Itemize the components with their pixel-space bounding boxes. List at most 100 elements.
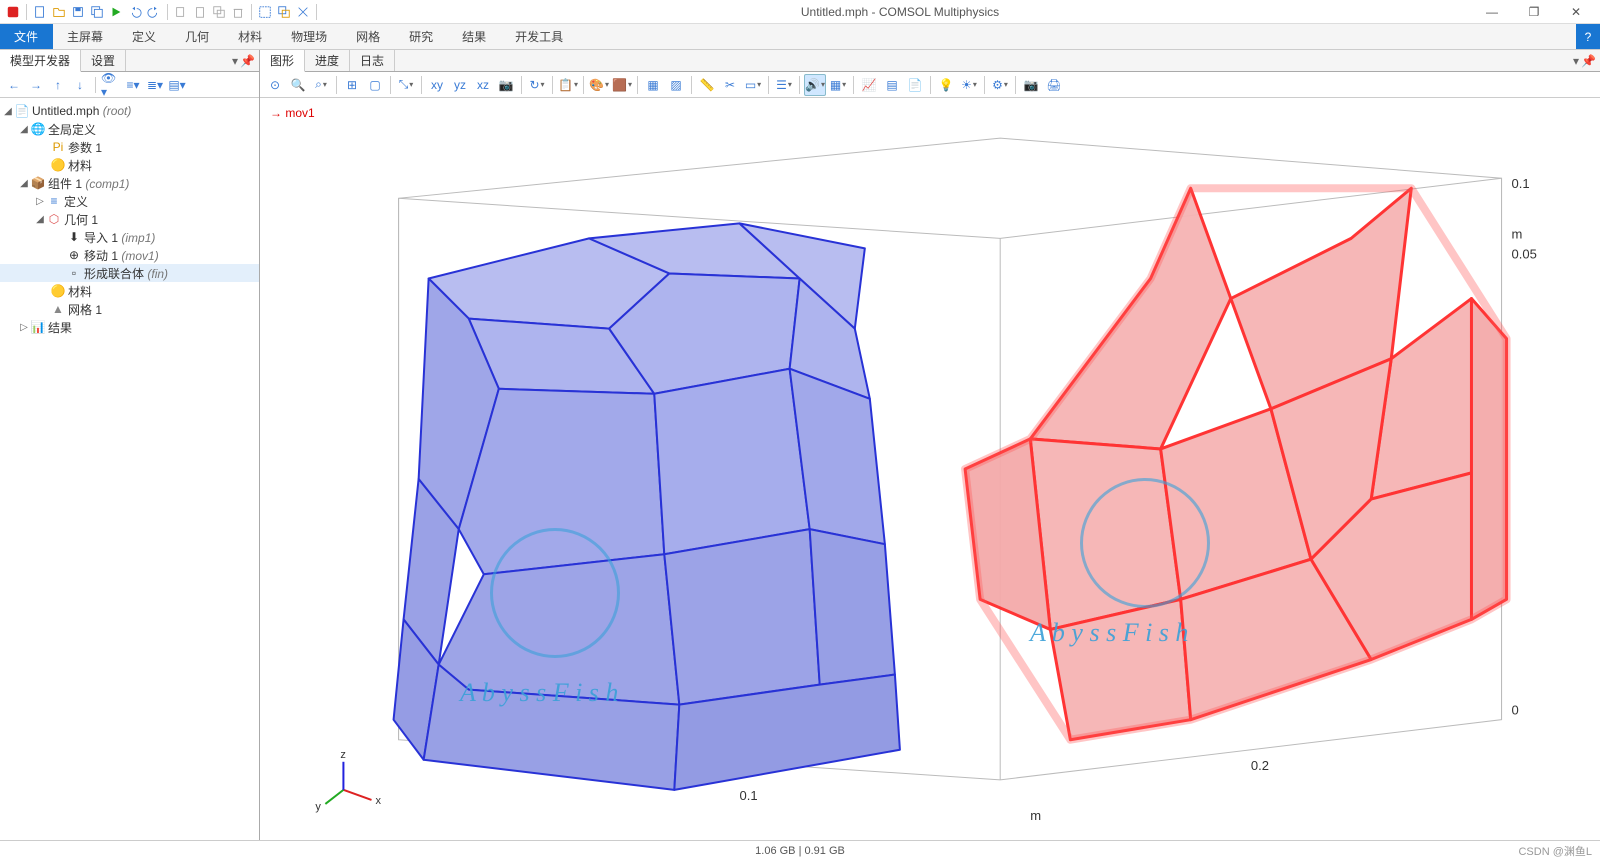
svg-text:x: x [376,795,382,807]
ribbon-tab-developer[interactable]: 开发工具 [501,24,578,49]
select-lasso-icon[interactable] [294,3,312,21]
panel-pin-icon[interactable]: 📌 [240,54,255,68]
open-icon[interactable] [50,3,68,21]
zoom-in-icon[interactable]: 🔍 [287,74,309,96]
x-tick-1: 0.1 [739,788,757,803]
panel-dropdown-icon[interactable]: ▾ [232,54,238,68]
help-button[interactable]: ? [1576,24,1600,49]
nav-up-icon[interactable]: ↑ [48,75,68,95]
hide-icon[interactable]: ▨ [665,74,687,96]
tree-global-defs[interactable]: ◢🌐全局定义 [0,120,259,138]
expand-icon[interactable]: ≣▾ [145,75,165,95]
nav-down-icon[interactable]: ↓ [70,75,90,95]
copy-img-icon[interactable]: 📋 [557,74,579,96]
show-icon[interactable]: 👁▾ [101,75,121,95]
tree-form-union[interactable]: ▫形成联合体 (fin) [0,264,259,282]
model-tree[interactable]: ◢📄Untitled.mph (root) ◢🌐全局定义 Pi参数 1 🟡材料 … [0,98,259,840]
tree-definitions[interactable]: ▷≡定义 [0,192,259,210]
selection-list-icon[interactable]: ☰ [773,74,795,96]
tree-materials-global[interactable]: 🟡材料 [0,156,259,174]
grid-icon[interactable]: ▦ [827,74,849,96]
geometry-object-cube[interactable] [394,223,900,790]
yz-view-icon[interactable]: yz [449,74,471,96]
default-view-icon[interactable]: 📷 [495,74,517,96]
print-icon[interactable]: 🖨 [1043,74,1065,96]
scene-light-icon[interactable]: 💡 [935,74,957,96]
tree-import[interactable]: ⬇导入 1 (imp1) [0,228,259,246]
tree-geometry[interactable]: ◢⬡几何 1 [0,210,259,228]
list-icon[interactable]: ▤▾ [167,75,187,95]
save-icon[interactable] [69,3,87,21]
ribbon-tab-home[interactable]: 主屏幕 [53,24,118,49]
measure-icon[interactable]: 📏 [696,74,718,96]
collapse-icon[interactable]: ≡▾ [123,75,143,95]
zoom-box-icon[interactable]: ⌕ [310,74,332,96]
tab-model-builder[interactable]: 模型开发器 [0,50,81,72]
wireframe-icon[interactable]: ▦ [642,74,664,96]
tree-parameters[interactable]: Pi参数 1 [0,138,259,156]
geometry-object-shell[interactable] [965,188,1506,739]
select-all-icon[interactable]: ⊞ [341,74,363,96]
graphics-pin-icon[interactable]: 📌 [1581,54,1596,68]
lights-icon[interactable]: ☀ [958,74,980,96]
transparency-icon[interactable]: 🔊 [804,74,826,96]
z-tick-mid: 0.05 [1512,246,1537,261]
graphics-dropdown-icon[interactable]: ▾ [1573,54,1579,68]
delete-icon[interactable] [229,3,247,21]
copy-icon[interactable] [172,3,190,21]
undo-icon[interactable] [126,3,144,21]
ribbon-tab-physics[interactable]: 物理场 [277,24,342,49]
table-icon[interactable]: ▤ [881,74,903,96]
saveall-icon[interactable] [88,3,106,21]
snapshot-icon[interactable]: 📷 [1020,74,1042,96]
select-box-icon[interactable] [256,3,274,21]
tree-component[interactable]: ◢📦组件 1 (comp1) [0,174,259,192]
ribbon-tab-mesh[interactable]: 网格 [342,24,395,49]
highlight-icon[interactable]: ▭ [742,74,764,96]
nav-fwd-icon[interactable]: → [26,75,46,95]
tree-root[interactable]: ◢📄Untitled.mph (root) [0,102,259,120]
render-icon[interactable]: 🎨 [588,74,610,96]
tree-move[interactable]: ⊕移动 1 (mov1) [0,246,259,264]
run-icon[interactable] [107,3,125,21]
memory-usage: 1.06 GB | 0.91 GB [755,845,845,857]
nav-back-icon[interactable]: ← [4,75,24,95]
report-icon[interactable]: 📄 [904,74,926,96]
graphics-canvas[interactable]: mov1 0.1 0.2 m 0.1 0.05 0 m [260,98,1600,840]
ribbon-tab-definitions[interactable]: 定义 [118,24,171,49]
clip-icon[interactable]: ✂ [719,74,741,96]
minimize-button[interactable]: — [1480,3,1504,21]
close-button[interactable]: ✕ [1564,3,1588,21]
model-builder-toolbar: ← → ↑ ↓ 👁▾ ≡▾ ≣▾ ▤▾ [0,72,259,98]
ribbon-tab-materials[interactable]: 材料 [224,24,277,49]
tab-settings[interactable]: 设置 [81,50,126,71]
tab-graphics[interactable]: 图形 [260,50,305,72]
select-union-icon[interactable] [275,3,293,21]
tab-log[interactable]: 日志 [350,50,395,71]
ribbon-tab-results[interactable]: 结果 [448,24,501,49]
xz-view-icon[interactable]: xz [472,74,494,96]
ribbon-tab-study[interactable]: 研究 [395,24,448,49]
new-icon[interactable] [31,3,49,21]
rotate-icon[interactable]: ↻ [526,74,548,96]
redo-icon[interactable] [145,3,163,21]
camera-icon[interactable]: ⚙ [989,74,1011,96]
select-none-icon[interactable]: ▢ [364,74,386,96]
tree-materials-comp[interactable]: 🟡材料 [0,282,259,300]
axis-icon[interactable]: ⤡ [395,74,417,96]
tab-progress[interactable]: 进度 [305,50,350,71]
plot-icon[interactable]: 📈 [858,74,880,96]
tree-results[interactable]: ▷📊结果 [0,318,259,336]
paste-icon[interactable] [191,3,209,21]
x-unit: m [1030,808,1041,823]
quick-access-toolbar: Untitled.mph - COMSOL Multiphysics — ❐ ✕ [0,0,1600,24]
ribbon-tab-geometry[interactable]: 几何 [171,24,224,49]
tree-mesh[interactable]: ▲网格 1 [0,300,259,318]
xy-view-icon[interactable]: xy [426,74,448,96]
zoom-extents-icon[interactable]: ⊙ [264,74,286,96]
maximize-button[interactable]: ❐ [1522,3,1546,21]
app-icon [4,3,22,21]
material-icon[interactable]: 🟫 [611,74,633,96]
duplicate-icon[interactable] [210,3,228,21]
ribbon-tab-file[interactable]: 文件 [0,24,53,49]
